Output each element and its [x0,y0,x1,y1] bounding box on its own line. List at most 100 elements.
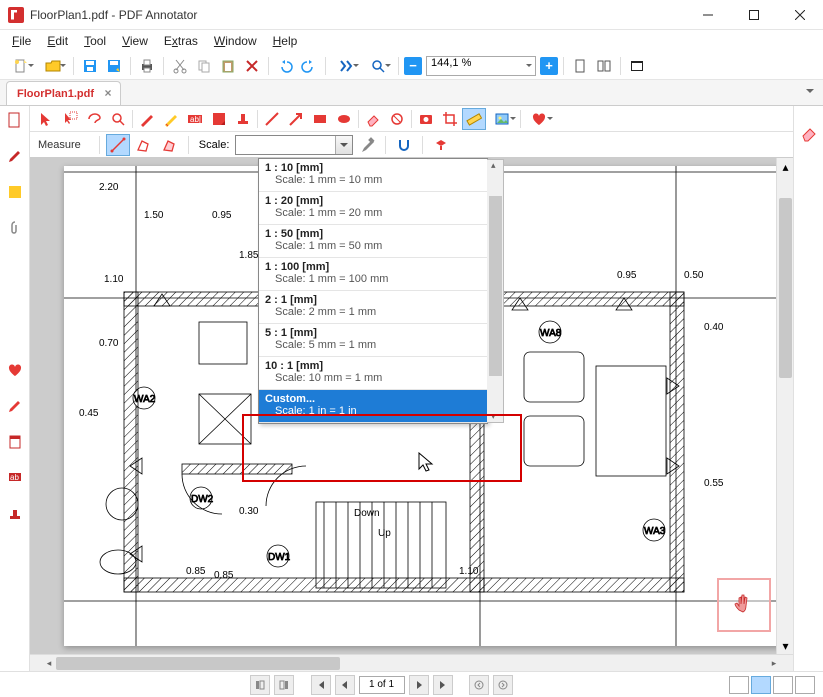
scale-option[interactable]: 1 : 50 [mm]Scale: 1 mm = 50 mm [259,225,487,258]
text-tool[interactable]: ab| [183,108,207,130]
redo-button[interactable] [298,55,320,77]
new-document-button[interactable] [6,55,36,77]
scroll-right-icon[interactable]: ▸ [769,658,779,669]
cut-button[interactable] [169,55,191,77]
sidebar-pencil-icon[interactable] [5,146,25,166]
sidebar-document-icon[interactable] [5,110,25,130]
tab-document[interactable]: FloorPlan1.pdf × [6,81,121,105]
page-thumb-next-button[interactable] [274,675,294,695]
select-area-tool[interactable] [58,108,82,130]
dropdown-scrollbar[interactable] [487,159,504,423]
view-single-button[interactable] [729,676,749,694]
zoom-tool[interactable] [106,108,130,130]
history-back-button[interactable] [469,675,489,695]
rectangle-tool[interactable] [308,108,332,130]
first-page-button[interactable] [311,675,331,695]
line-tool[interactable] [260,108,284,130]
find-button[interactable] [331,55,361,77]
snap-toggle[interactable] [392,134,416,156]
erase-area-tool[interactable] [385,108,409,130]
menu-view[interactable]: View [114,32,156,50]
measure-help-button[interactable] [429,134,453,156]
select-tool[interactable] [34,108,58,130]
scale-option[interactable]: 1 : 10 [mm]Scale: 1 mm = 10 mm [259,159,487,192]
hscroll-thumb[interactable] [56,657,340,670]
scroll-thumb[interactable] [779,198,792,378]
tab-close-icon[interactable]: × [102,87,114,99]
stamp-tool[interactable] [231,108,255,130]
sidebar-page-red-icon[interactable] [5,432,25,452]
minimize-button[interactable] [685,0,731,30]
menu-file[interactable]: File [4,32,39,50]
vertical-scrollbar[interactable]: ▴ ▾ [776,158,793,654]
page-thumb-prev-button[interactable] [250,675,270,695]
sidebar-text-icon[interactable]: ab [5,468,25,488]
single-page-button[interactable] [569,55,591,77]
maximize-button[interactable] [731,0,777,30]
scale-option[interactable]: 5 : 1 [mm]Scale: 5 mm = 1 mm [259,324,487,357]
scale-option[interactable]: 1 : 20 [mm]Scale: 1 mm = 20 mm [259,192,487,225]
menu-help[interactable]: Help [265,32,306,50]
close-button[interactable] [777,0,823,30]
highlighter-tool[interactable] [159,108,183,130]
snapshot-tool[interactable] [414,108,438,130]
sidebar-stamp-icon[interactable] [5,504,25,524]
sidebar-heart-icon[interactable] [5,360,25,380]
open-button[interactable] [38,55,68,77]
scale-option[interactable]: 10 : 1 [mm]Scale: 10 mm = 1 mm [259,357,487,390]
tab-overflow-button[interactable] [803,86,817,100]
menu-tool[interactable]: Tool [76,32,114,50]
two-page-button[interactable] [593,55,615,77]
scroll-up-icon[interactable]: ▴ [777,158,793,175]
next-page-button[interactable] [409,675,429,695]
menu-window[interactable]: Window [206,32,265,50]
pen-tool[interactable] [135,108,159,130]
prev-page-button[interactable] [335,675,355,695]
sidebar-marker-icon[interactable] [5,396,25,416]
favorites-tool[interactable] [523,108,555,130]
scale-option[interactable]: 2 : 1 [mm]Scale: 2 mm = 1 mm [259,291,487,324]
measure-perimeter-tool[interactable] [132,134,156,156]
last-page-button[interactable] [433,675,453,695]
sidebar-note-icon[interactable] [5,182,25,202]
copy-button[interactable] [193,55,215,77]
document-viewer[interactable]: 2.20 1.50 0.95 1.85 1.10 0.70 0.45 0.85 … [30,158,793,654]
scroll-down-icon[interactable]: ▾ [777,637,793,654]
undo-button[interactable] [274,55,296,77]
save-button[interactable] [79,55,101,77]
menu-edit[interactable]: Edit [39,32,76,50]
eraser-tool[interactable] [361,108,385,130]
scale-combo[interactable] [235,135,353,155]
delete-button[interactable] [241,55,263,77]
eraser-side-icon[interactable] [800,124,818,145]
sidebar-attachment-icon[interactable] [5,218,25,238]
view-grid-button[interactable] [795,676,815,694]
zoom-out-button[interactable]: − [404,57,422,75]
measure-area-tool[interactable] [158,134,182,156]
page-indicator[interactable]: 1 of 1 [359,676,405,694]
scroll-left-icon[interactable]: ◂ [44,658,54,669]
pan-hand-panel[interactable] [717,578,771,632]
scale-dropdown[interactable]: 1 : 10 [mm]Scale: 1 mm = 10 mm 1 : 20 [m… [258,158,488,424]
scale-option[interactable]: 1 : 100 [mm]Scale: 1 mm = 100 mm [259,258,487,291]
scale-settings-button[interactable] [355,134,379,156]
crop-tool[interactable] [438,108,462,130]
print-button[interactable] [136,55,158,77]
lasso-tool[interactable] [82,108,106,130]
horizontal-scrollbar[interactable]: ◂ ▸ [30,654,793,671]
menu-extras[interactable]: Extras [156,32,206,50]
zoom-combo[interactable]: 144,1 % [426,56,536,76]
ellipse-tool[interactable] [332,108,356,130]
search-button[interactable] [363,55,393,77]
view-continuous-button[interactable] [751,676,771,694]
save-as-button[interactable] [103,55,125,77]
measure-tool[interactable] [462,108,486,130]
measure-distance-tool[interactable] [106,134,130,156]
view-two-page-button[interactable] [773,676,793,694]
note-tool[interactable] [207,108,231,130]
zoom-in-button[interactable]: + [540,57,558,75]
fullscreen-button[interactable] [626,55,648,77]
history-forward-button[interactable] [493,675,513,695]
paste-button[interactable] [217,55,239,77]
scale-option-custom[interactable]: Custom...Scale: 1 in = 1 in [259,390,487,423]
